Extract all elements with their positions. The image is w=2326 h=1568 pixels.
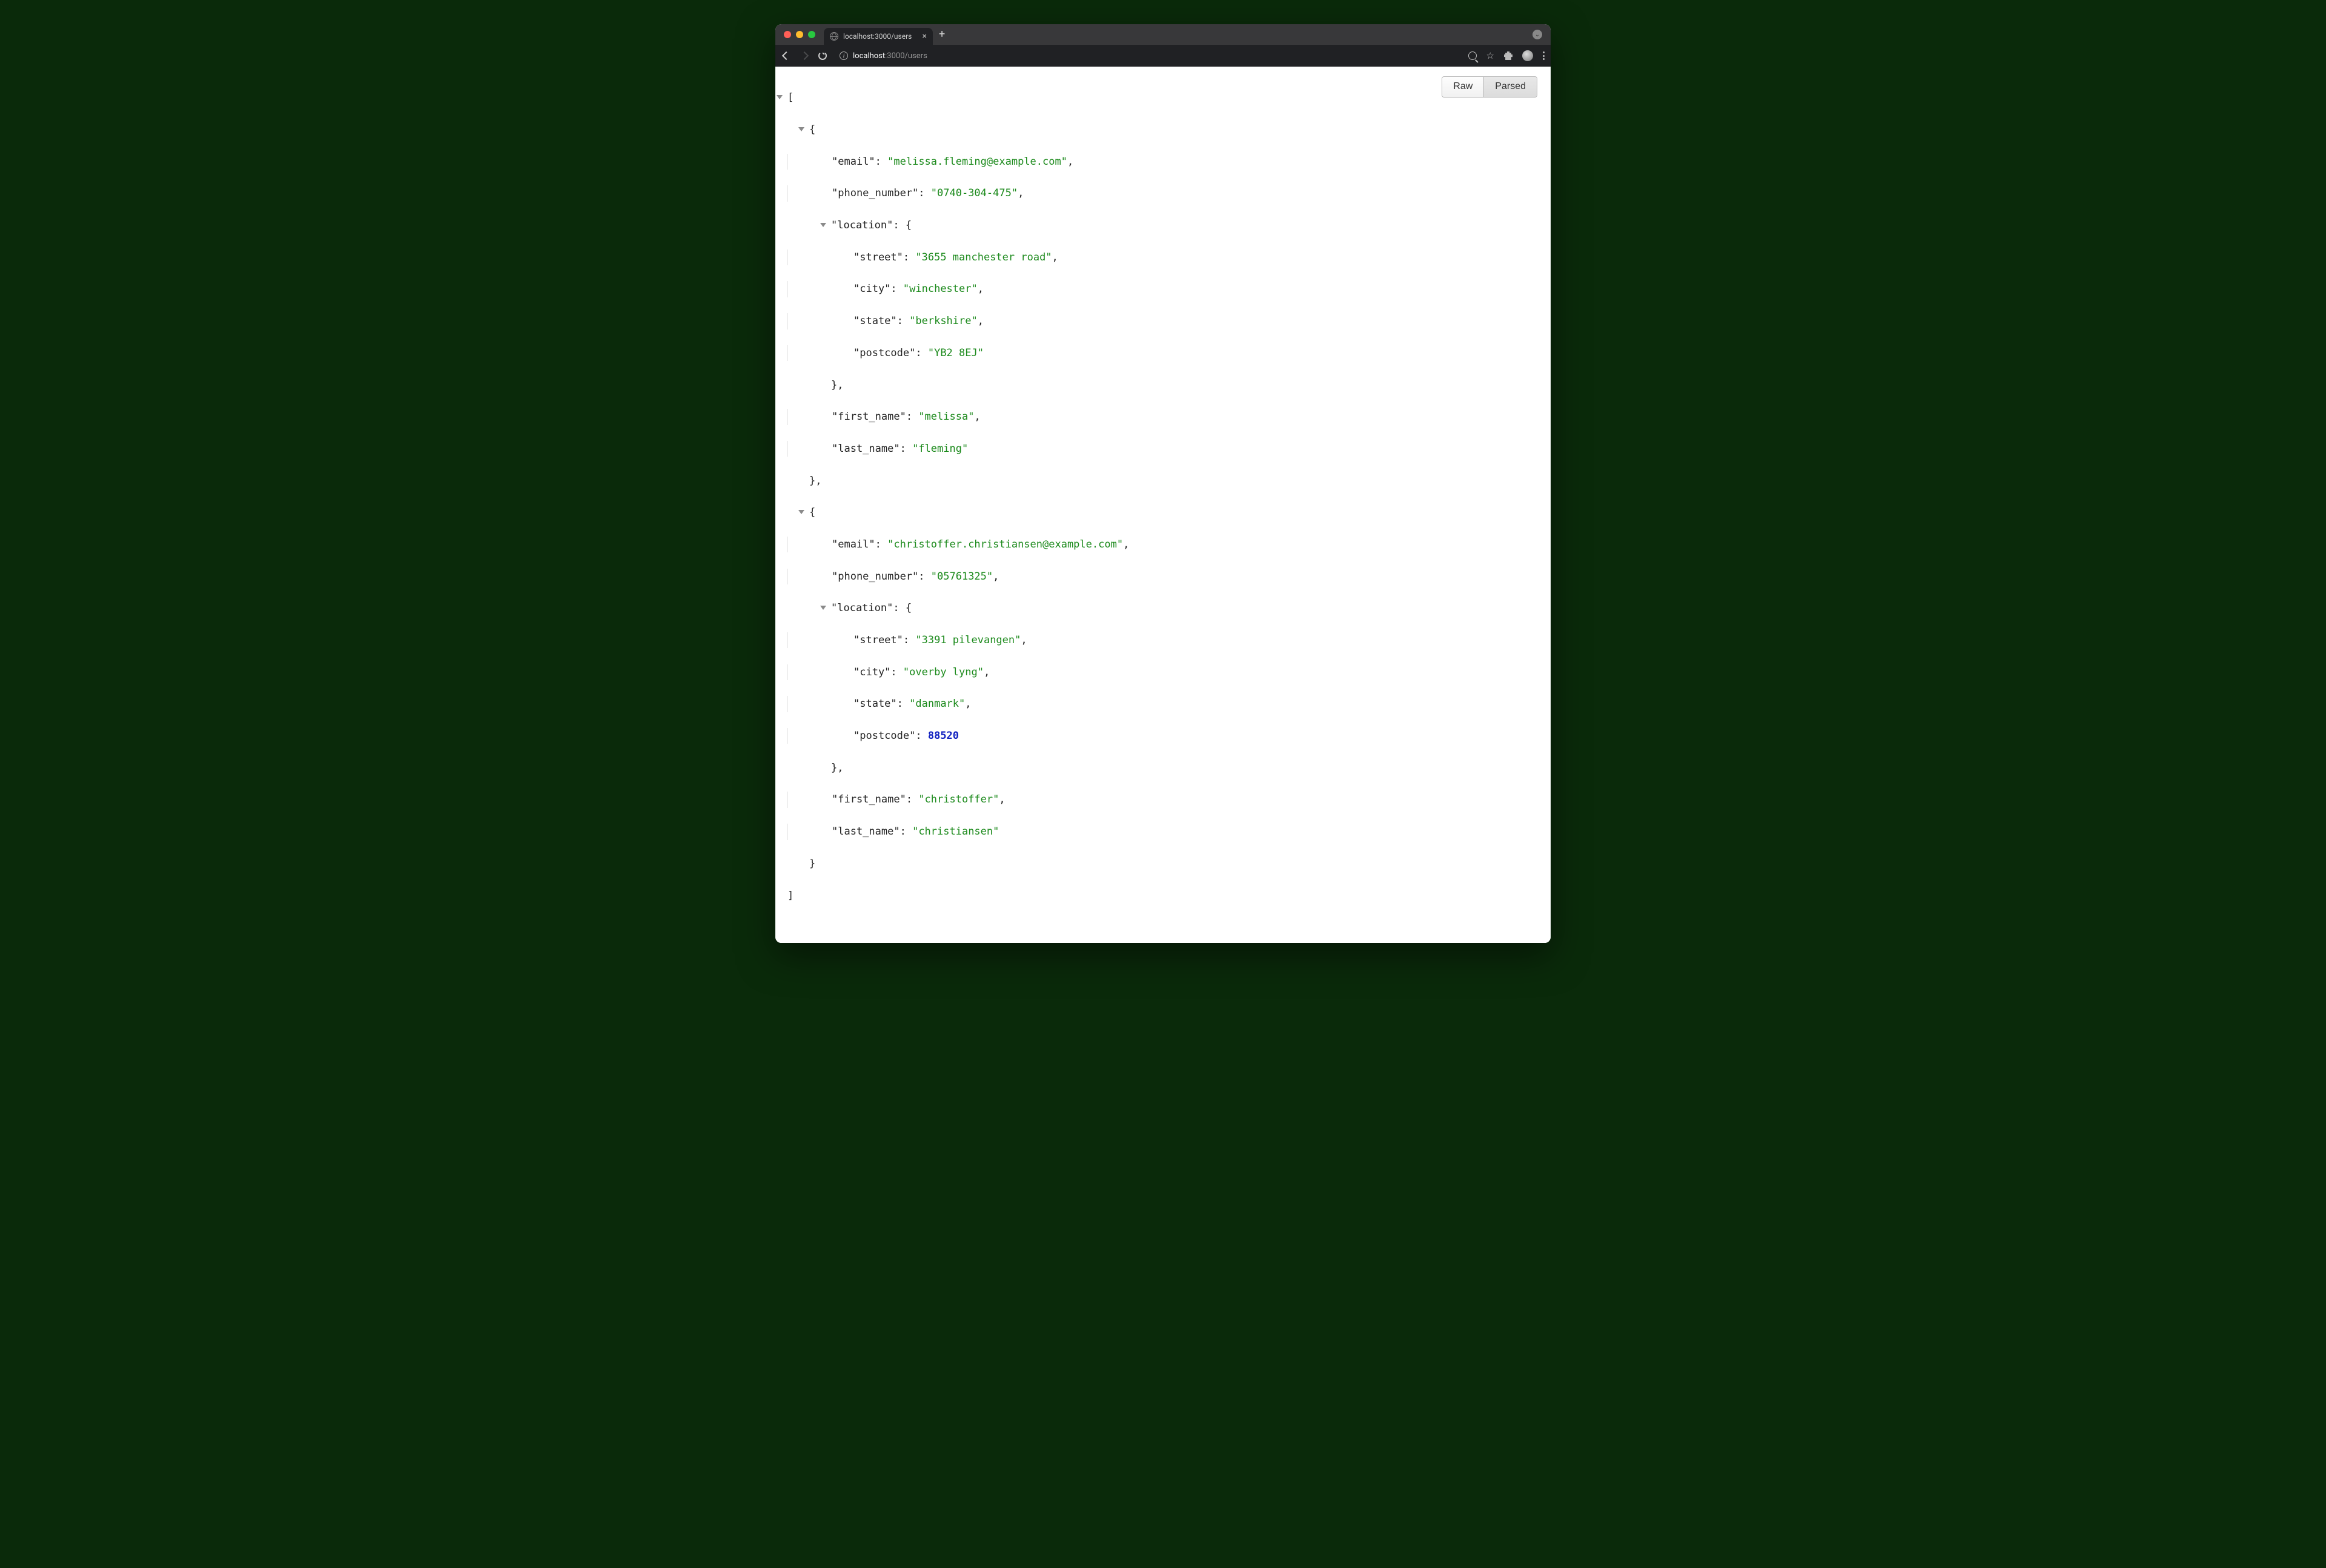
menu-button[interactable] — [1543, 51, 1545, 60]
collapse-icon[interactable] — [820, 223, 826, 227]
window-controls — [784, 31, 815, 38]
browser-tab[interactable]: localhost:3000/users × — [824, 28, 933, 45]
browser-window: localhost:3000/users × + ⌄ i localhost:3… — [775, 24, 1551, 943]
back-button[interactable] — [781, 51, 791, 61]
parsed-toggle[interactable]: Parsed — [1483, 77, 1537, 97]
raw-toggle[interactable]: Raw — [1442, 77, 1483, 97]
reload-button[interactable] — [818, 51, 827, 61]
collapse-icon[interactable] — [798, 127, 804, 131]
page-content: Raw Parsed [ { "email": "melissa.fleming… — [775, 67, 1551, 943]
json-viewer: [ { "email": "melissa.fleming@example.co… — [787, 74, 1539, 936]
profile-avatar[interactable] — [1522, 50, 1533, 61]
titlebar: localhost:3000/users × + ⌄ — [775, 24, 1551, 45]
address-bar[interactable]: i localhost:3000/users — [836, 47, 1460, 64]
minimize-window-button[interactable] — [796, 31, 803, 38]
close-window-button[interactable] — [784, 31, 791, 38]
collapse-icon[interactable] — [820, 606, 826, 610]
maximize-window-button[interactable] — [808, 31, 815, 38]
tab-title: localhost:3000/users — [843, 32, 912, 41]
extensions-icon[interactable] — [1504, 51, 1513, 60]
address-text: localhost:3000/users — [853, 51, 927, 61]
site-info-icon[interactable]: i — [840, 51, 848, 60]
globe-icon — [830, 32, 838, 41]
tab-search-button[interactable]: ⌄ — [1532, 30, 1542, 39]
toolbar: i localhost:3000/users ☆ — [775, 45, 1551, 67]
view-toggle: Raw Parsed — [1442, 76, 1537, 98]
forward-button — [800, 51, 809, 61]
zoom-icon[interactable] — [1468, 51, 1477, 60]
bookmark-icon[interactable]: ☆ — [1486, 50, 1494, 61]
new-tab-button[interactable]: + — [939, 29, 945, 40]
collapse-icon[interactable] — [798, 510, 804, 514]
close-tab-button[interactable]: × — [923, 32, 927, 41]
collapse-icon[interactable] — [777, 95, 783, 99]
